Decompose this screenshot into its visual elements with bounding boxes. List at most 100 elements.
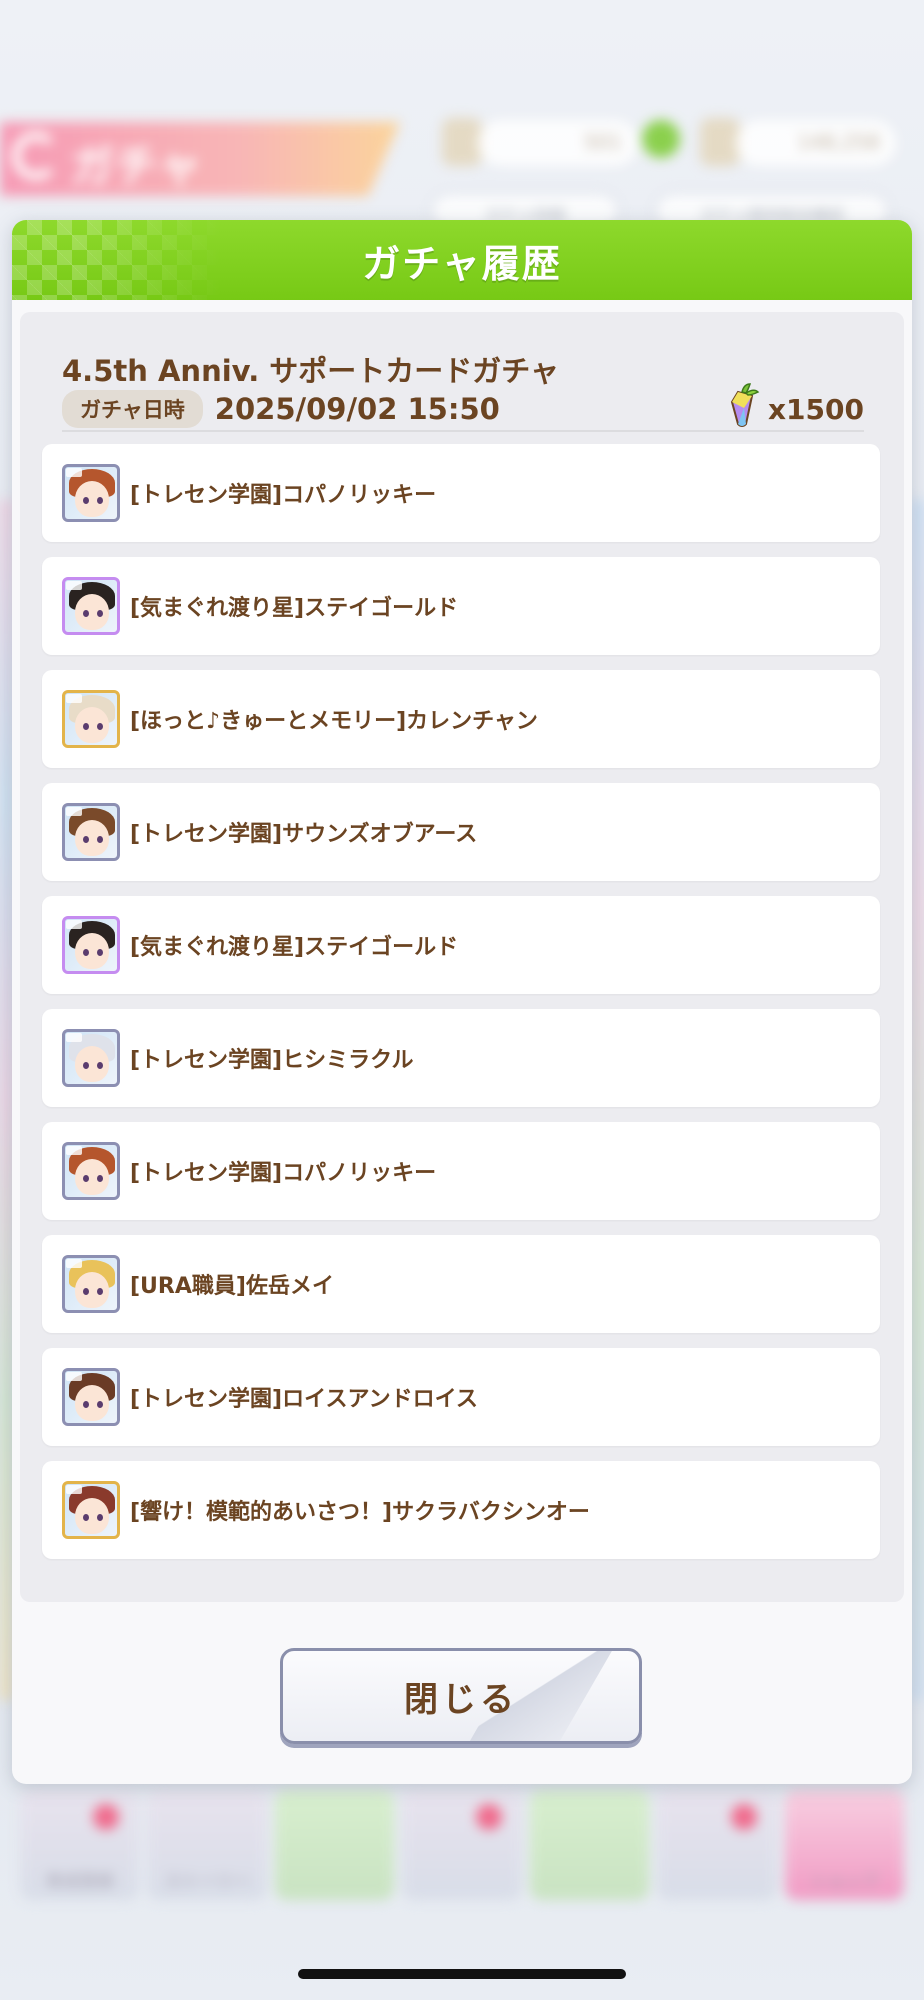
card-art-eye [83,1288,89,1295]
bg-header-title: ガチャ [70,141,202,192]
support-card-name: [トレセン学園]コパノリッキー [130,483,437,508]
rarity-tag [66,1146,82,1155]
support-card-name: [トレセン学園]サウンズオブアース [130,822,478,847]
card-art-face [75,481,109,517]
bg-footer-tile: 育成登録 [20,1790,140,1900]
card-art-eye [97,610,103,617]
card-art-face [75,707,109,743]
card-art-face [75,1498,109,1534]
rarity-tag [66,1033,82,1042]
bg-footer-tile: ショップ [784,1790,904,1900]
bg-footer-tile [529,1790,650,1900]
card-art-face [75,1272,109,1308]
card-art-eye [83,1401,89,1408]
bg-footer-menu: 育成登録 ストーリー ショップ [20,1790,904,1900]
card-art-eye [97,723,103,730]
date-value: 2025/09/02 15:50 [214,392,500,426]
rarity-tag [66,1259,82,1268]
support-card-name: [トレセン学園]コパノリッキー [130,1161,437,1186]
result-row[interactable]: [トレセン学園]コパノリッキー [42,1122,880,1220]
card-art-eye [97,497,103,504]
bg-side-strip-left [0,500,12,1700]
card-art-eye [83,610,89,617]
result-row[interactable]: [URA職員]佐岳メイ [42,1235,880,1333]
dialog-header: ガチャ履歴 [12,220,912,300]
result-row[interactable]: [トレセン学園]ロイスアンドロイス [42,1348,880,1446]
back-arrow-icon [12,132,60,180]
card-art-eye [83,836,89,843]
support-card-name: [トレセン学園]ロイスアンドロイス [130,1387,478,1412]
result-row[interactable]: [響け！模範的あいさつ！]サクラバクシンオー [42,1461,880,1559]
add-currency-icon [642,120,680,158]
card-art-eye [83,1175,89,1182]
support-card-thumbnail [62,690,120,748]
notification-dot [475,1804,502,1830]
currency-icon [442,118,482,166]
support-card-name: [気まぐれ渡り星]ステイゴールド [130,596,459,621]
card-art-eye [83,1062,89,1069]
card-art-eye [97,1288,103,1295]
bg-side-strip-right [912,500,924,1700]
bg-footer-tile: ストーリー [147,1790,267,1900]
card-art-eye [83,949,89,956]
support-card-thumbnail [62,1368,120,1426]
result-row[interactable]: [ほっと♪きゅーとメモリー]カレンチャン [42,670,880,768]
divider [62,430,864,432]
support-card-thumbnail [62,803,120,861]
result-row[interactable]: [トレセン学園]サウンズオブアース [42,783,880,881]
card-art-face [75,1159,109,1195]
currency-icon-2 [700,118,740,166]
support-card-thumbnail [62,1029,120,1087]
home-indicator[interactable] [298,1969,626,1979]
support-card-name: [気まぐれ渡り星]ステイゴールド [130,935,459,960]
close-button-label: 閉じる [404,1679,518,1720]
support-card-thumbnail [62,916,120,974]
card-art-eye [97,949,103,956]
support-card-thumbnail [62,464,120,522]
history-panel: 4.5th Anniv. サポートカードガチャ ガチャ日時 2025/09/02… [20,312,904,1602]
support-card-name: [URA職員]佐岳メイ [130,1274,334,1299]
notification-dot [93,1804,120,1830]
rarity-tag [66,581,82,590]
support-card-thumbnail [62,577,120,635]
bg-footer-tile [657,1790,777,1900]
rarity-tag [66,694,82,703]
card-art-eye [83,497,89,504]
support-card-thumbnail [62,1142,120,1200]
carrot-jewel-icon [730,383,760,427]
date-row: ガチャ日時 2025/09/02 15:50 [62,390,500,428]
card-art-face [75,820,109,856]
close-button[interactable]: 閉じる [280,1648,642,1744]
support-card-thumbnail [62,1255,120,1313]
card-art-eye [97,1401,103,1408]
card-art-face [75,1046,109,1082]
rarity-tag [66,468,82,477]
result-row[interactable]: [気まぐれ渡り星]ステイゴールド [42,896,880,994]
cost-value: x1500 [768,392,864,426]
result-row[interactable]: [トレセン学園]コパノリッキー [42,444,880,542]
cost-display: x1500 [724,382,864,428]
card-art-face [75,933,109,969]
notification-dot [730,1804,757,1830]
bg-currency-2: 148,258 [736,120,896,166]
result-row[interactable]: [気まぐれ渡り星]ステイゴールド [42,557,880,655]
bg-footer-label: 育成登録 [45,1872,114,1892]
card-art-face [75,1385,109,1421]
gacha-name: 4.5th Anniv. サポートカードガチャ [62,354,560,388]
result-list: [トレセン学園]コパノリッキー [気まぐれ渡り星]ステイゴールド [ほっと♪きゅ… [42,444,880,1574]
card-art-eye [97,1062,103,1069]
rarity-tag [66,920,82,929]
card-art-eye [97,836,103,843]
date-label-badge: ガチャ日時 [62,390,203,428]
bg-footer-tile [402,1790,522,1900]
header-pattern [12,220,222,300]
card-art-face [75,594,109,630]
bg-currency-1: 501 [478,120,638,166]
support-card-name: [響け！模範的あいさつ！]サクラバクシンオー [130,1500,590,1525]
card-art-eye [83,723,89,730]
rarity-tag [66,1485,82,1494]
rarity-tag [66,807,82,816]
dialog-title: ガチャ履歴 [362,241,562,286]
result-row[interactable]: [トレセン学園]ヒシミラクル [42,1009,880,1107]
bg-footer-tile [274,1790,395,1900]
